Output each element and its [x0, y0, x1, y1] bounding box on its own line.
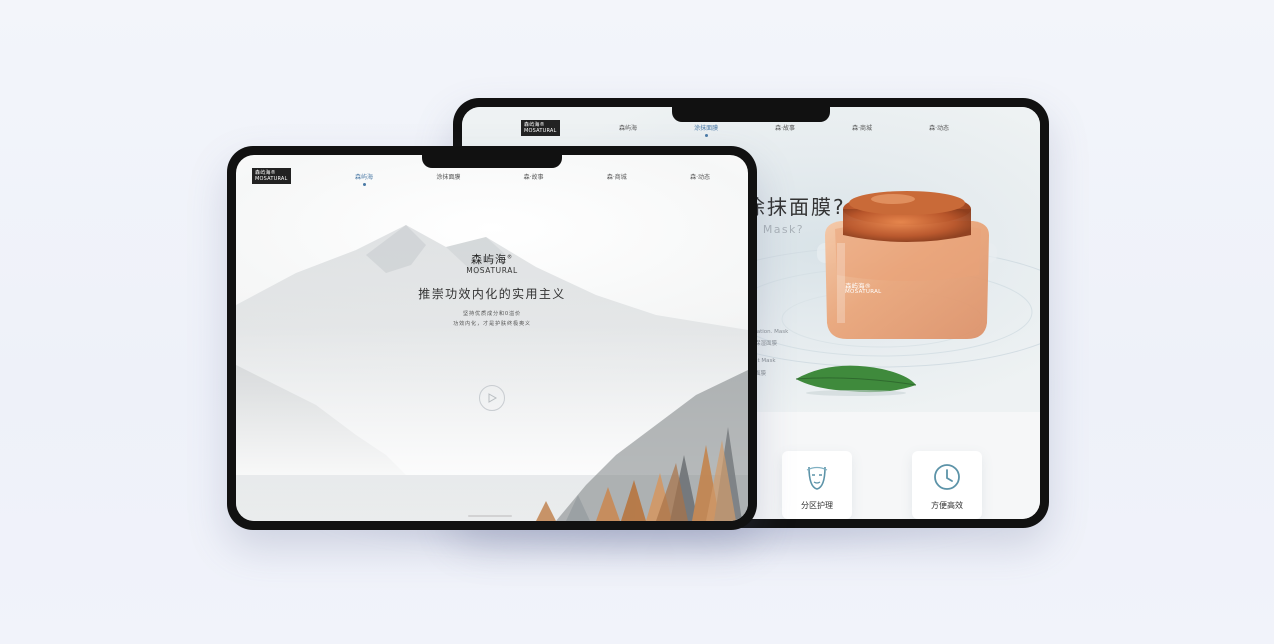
back-nav-item-news[interactable]: 森·动态: [929, 123, 949, 132]
back-nav-item-shop[interactable]: 森·商城: [852, 123, 872, 132]
hero-subtext-1: 坚持优质成分和0溢价: [463, 311, 521, 317]
front-tablet: 森屿海® MOSATURAL 森屿海 涂抹面膜 森·故事 森·商城 森·动态 森…: [227, 146, 757, 530]
front-nav-item-shop[interactable]: 森·商城: [607, 172, 627, 181]
jar-label-en: MOSATURAL: [845, 289, 882, 295]
clock-icon: [934, 464, 960, 490]
front-nav-item-mask[interactable]: 涂抹面膜: [436, 172, 460, 181]
front-nav-item-home[interactable]: 森屿海: [355, 172, 373, 186]
front-nav-item-news[interactable]: 森·动态: [690, 172, 710, 181]
back-nav-item-mask[interactable]: 涂抹面膜: [694, 123, 718, 137]
hero-subtext-2: 功效内化，才是护肤终极奥义: [453, 321, 531, 327]
side-text-2: 保湿面膜: [755, 341, 778, 347]
hero-slogan: 推崇功效内化的实用主义: [418, 287, 566, 301]
leaf-image: [795, 365, 917, 396]
back-nav-item-home[interactable]: 森屿海: [619, 123, 637, 132]
back-nav-item-story[interactable]: 森·故事: [775, 123, 795, 132]
play-icon: [488, 393, 497, 403]
feature-card-zone-care[interactable]: 分区护理: [782, 451, 852, 519]
showcase-stage: 森屿海® MOSATURAL 森屿海® MOSATURAL 森屿海 涂抹面膜 森…: [0, 0, 1274, 644]
hero-brand-name: 森屿海®: [471, 253, 513, 266]
feature-label-zone-care: 分区护理: [801, 501, 833, 510]
back-nav-items: 森屿海 涂抹面膜 森·故事 森·商城 森·动态: [619, 123, 949, 137]
hero-brand-en: MOSATURAL: [466, 266, 518, 275]
front-nav-item-story[interactable]: 森·故事: [524, 172, 544, 181]
camera-notch: [672, 107, 830, 122]
play-video-button[interactable]: [479, 385, 505, 411]
front-tablet-screen: 森屿海® MOSATURAL 森屿海 涂抹面膜 森·故事 森·商城 森·动态 森…: [236, 155, 748, 521]
scroll-indicator[interactable]: [468, 515, 512, 517]
front-logo[interactable]: 森屿海® MOSATURAL: [252, 168, 291, 184]
feature-label-convenient: 方便高效: [931, 501, 963, 510]
mask-heading: 涂抹面膜?: [745, 195, 846, 219]
mask-subheading: r Mask?: [752, 223, 804, 236]
front-nav-items: 森屿海 涂抹面膜 森·故事 森·商城 森·动态: [355, 172, 710, 186]
back-logo[interactable]: 森屿海® MOSATURAL: [521, 120, 560, 136]
face-icon: [806, 466, 828, 490]
feature-card-convenient[interactable]: 方便高效: [912, 451, 982, 519]
snow-mountain-image: [236, 225, 748, 521]
registered-mark: ®: [507, 254, 513, 261]
camera-notch: [422, 155, 562, 168]
side-text-3: ht Mask: [754, 358, 776, 364]
